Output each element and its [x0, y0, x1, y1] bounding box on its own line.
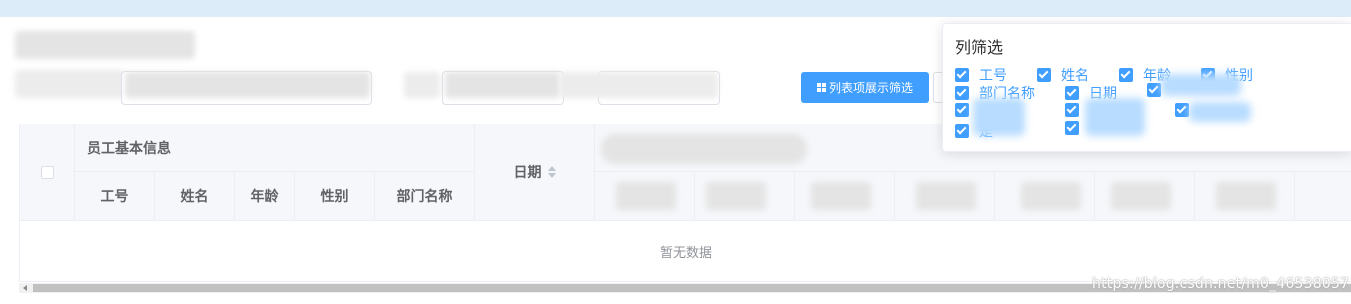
checkbox-checked-icon[interactable] — [1065, 121, 1079, 135]
column-option-name[interactable]: 姓名 — [1037, 65, 1089, 85]
select-all-header — [20, 124, 75, 221]
column-filter-button-label: 列表项展示筛选 — [828, 81, 913, 95]
column-filter-popover: 列筛选 工号 姓名 年龄 性别 部门名称 日期 是 — [942, 23, 1351, 152]
blurred-option-text — [1161, 74, 1241, 96]
grid-icon — [816, 83, 826, 92]
checkbox-checked-icon[interactable] — [1119, 68, 1133, 82]
group-header-label: 员工基本信息 — [87, 140, 171, 157]
blurred-input-content — [125, 72, 370, 98]
date-header-label: 日期 — [513, 165, 542, 181]
column-header-name[interactable]: 姓名 — [155, 172, 235, 221]
column-label: 部门名称 — [396, 189, 453, 205]
checkbox-checked-icon[interactable] — [1147, 83, 1161, 97]
option-label: 姓名 — [1061, 68, 1089, 84]
blurred-form-label — [15, 70, 125, 98]
blurred-sub-header-text — [1216, 182, 1276, 210]
column-label: 姓名 — [180, 189, 209, 205]
checkbox-checked-icon[interactable] — [1175, 103, 1189, 117]
blurred-sub-header-text — [811, 182, 871, 210]
scroll-left-arrow-icon[interactable] — [23, 285, 27, 291]
column-header-employee-id[interactable]: 工号 — [75, 172, 155, 221]
column-header-department[interactable]: 部门名称 — [375, 172, 475, 221]
checkbox-checked-icon[interactable] — [955, 86, 969, 100]
select-all-checkbox[interactable] — [40, 165, 54, 179]
blurred-option-text — [1085, 98, 1145, 136]
column-label: 年龄 — [250, 189, 279, 205]
column-header-age[interactable]: 年龄 — [235, 172, 295, 221]
column-header-gender[interactable]: 性别 — [295, 172, 375, 221]
column-option-employee-id[interactable]: 工号 — [955, 65, 1007, 85]
blurred-input-content-3 — [560, 72, 718, 98]
blurred-group-header-text — [601, 134, 807, 164]
blurred-option-text — [973, 98, 1025, 136]
blurred-form-label-2 — [404, 72, 440, 98]
group-header-employee-info: 员工基本信息 — [75, 124, 475, 172]
column-label: 性别 — [320, 189, 349, 205]
checkbox-checked-icon[interactable] — [1065, 103, 1079, 117]
option-label: 工号 — [979, 68, 1007, 84]
blurred-input-content-2 — [445, 72, 560, 98]
blurred-sub-header-text — [1111, 182, 1171, 210]
top-bar — [0, 0, 1351, 17]
popover-title: 列筛选 — [955, 38, 1004, 57]
column-label: 工号 — [100, 189, 129, 205]
blurred-sub-header-text — [706, 182, 766, 210]
blurred-sub-header-8 — [1295, 172, 1351, 221]
checkbox-checked-icon[interactable] — [955, 124, 969, 138]
empty-text: 暂无数据 — [659, 245, 712, 261]
checkbox-checked-icon[interactable] — [955, 68, 969, 82]
checkbox-checked-icon[interactable] — [1037, 68, 1051, 82]
empty-table-row: 暂无数据 — [20, 221, 1351, 282]
blurred-sub-header-text — [916, 182, 976, 210]
checkbox-checked-icon[interactable] — [1065, 86, 1079, 100]
column-filter-button[interactable]: 列表项展示筛选 — [801, 72, 929, 103]
checkbox-checked-icon[interactable] — [955, 103, 969, 117]
blurred-page-title — [15, 31, 195, 59]
blurred-sub-header-text — [616, 182, 676, 210]
watermark: https://blog.csdn.net/m0_46538057 — [1092, 276, 1350, 292]
column-header-date[interactable]: 日期 — [475, 124, 595, 221]
blurred-sub-header-text — [1021, 182, 1081, 210]
sort-caret-icon[interactable] — [547, 166, 556, 178]
blurred-option-text — [1189, 102, 1251, 122]
